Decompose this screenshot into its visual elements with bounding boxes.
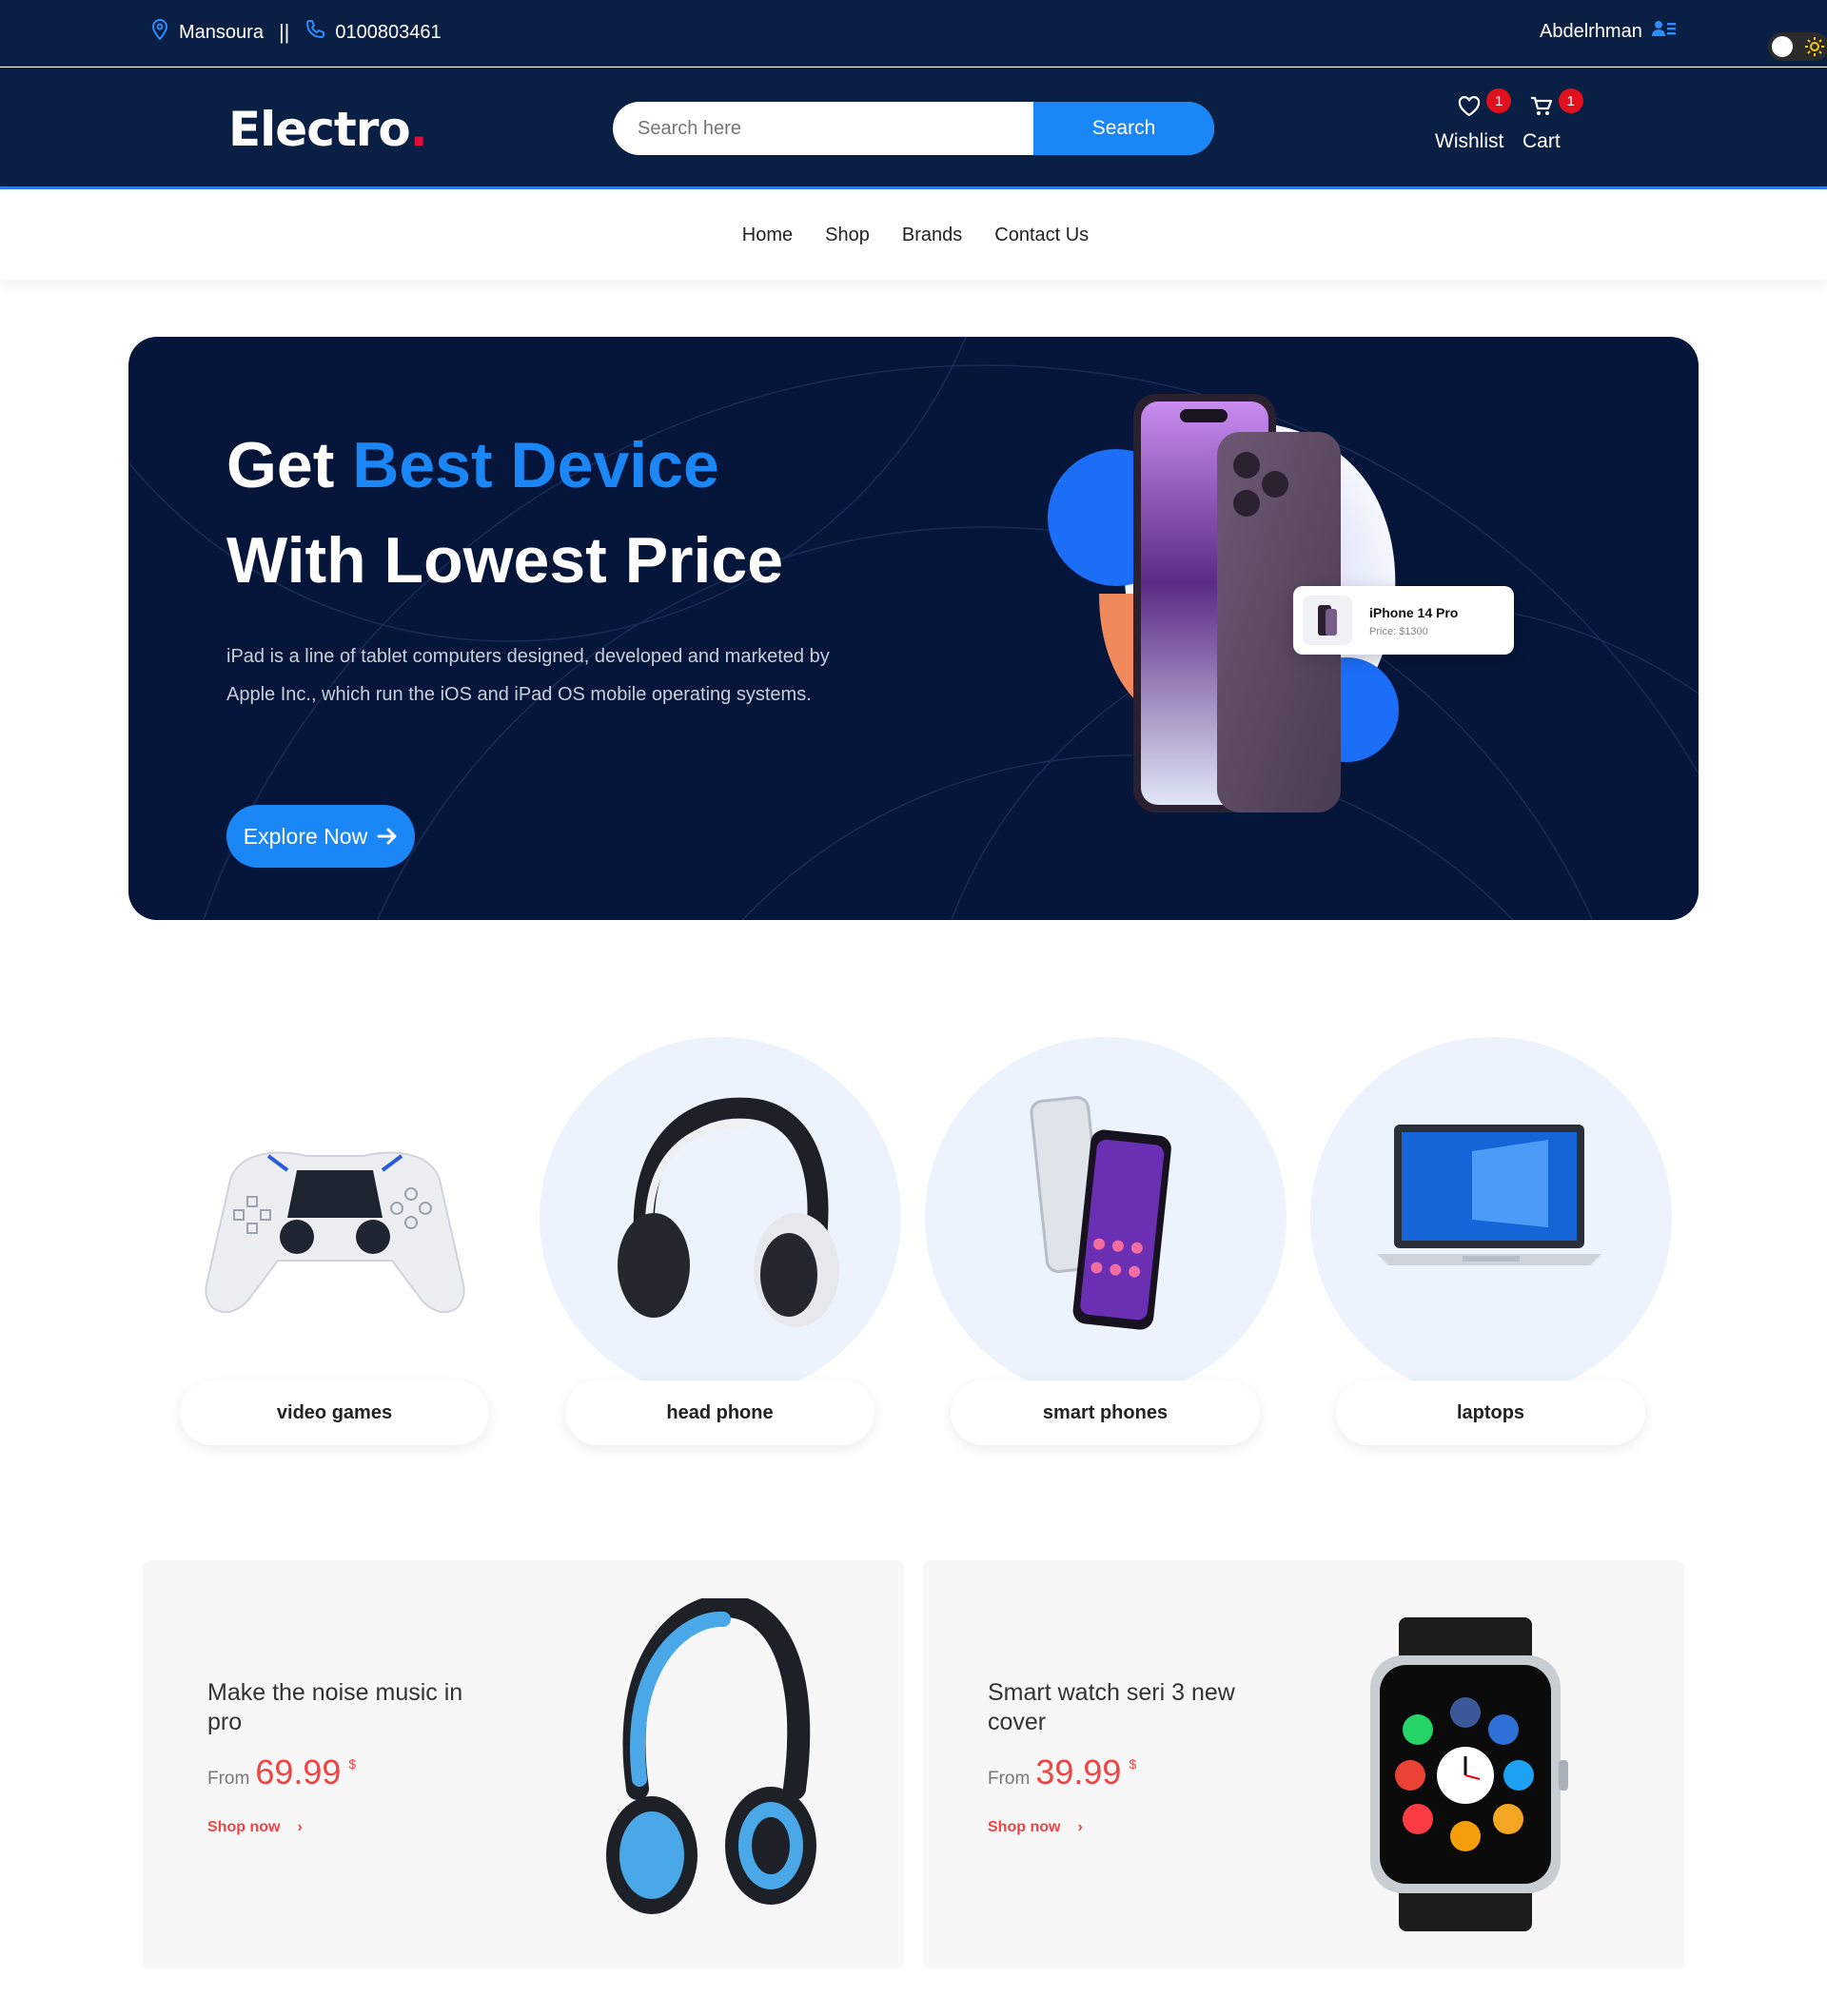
blue-headphones-image [606, 1598, 816, 1914]
user-list-icon[interactable] [1651, 19, 1677, 44]
promo-price-line: From 39.99 $ [988, 1752, 1136, 1792]
from-label: From [207, 1769, 250, 1789]
promo-price: 69.99 [255, 1752, 342, 1791]
arrow-right-icon [377, 828, 397, 845]
category-smart-phones[interactable]: smart phones [925, 1037, 1287, 1456]
chevron-right-icon: › [297, 1819, 303, 1835]
currency-symbol: $ [348, 1756, 357, 1771]
theme-toggle[interactable] [1768, 32, 1827, 61]
from-label: From [988, 1769, 1031, 1789]
wishlist-label: Wishlist [1435, 130, 1504, 152]
promo-title: Make the noise music in pro [207, 1679, 463, 1735]
user-account[interactable]: Abdelrhman [1540, 19, 1677, 44]
search-bar: Search [613, 102, 1214, 155]
cart-count-badge: 1 [1558, 88, 1583, 113]
promo-price: 39.99 [1035, 1752, 1122, 1791]
product-price: Price: $1300 [1369, 626, 1428, 637]
promo-card-headphones[interactable]: Make the noise music in pro From 69.99 $ … [143, 1560, 904, 1969]
currency-symbol: $ [1129, 1756, 1137, 1771]
wishlist-link[interactable]: 1 Wishlist [1435, 88, 1512, 153]
product-card[interactable]: iPhone 14 Pro Price: $1300 [1293, 586, 1514, 655]
chevron-right-icon: › [1077, 1819, 1083, 1835]
phone-number[interactable]: 0100803461 [335, 22, 441, 44]
shop-now-link[interactable]: Shop now › [207, 1819, 303, 1836]
shop-now-link[interactable]: Shop now › [988, 1819, 1083, 1836]
sun-icon [1805, 37, 1824, 56]
username[interactable]: Abdelrhman [1540, 21, 1642, 43]
hero-description: iPad is a line of tablet computers desig… [226, 646, 830, 705]
promo-title: Smart watch seri 3 new cover [988, 1679, 1235, 1735]
product-thumbnail [1303, 596, 1352, 645]
location-pin-icon [150, 18, 169, 46]
nav-brands[interactable]: Brands [902, 225, 962, 246]
hero-title: Get Best Device With Lowest Price [226, 429, 784, 597]
heart-icon [1458, 96, 1481, 117]
product-name: iPhone 14 Pro [1369, 605, 1459, 620]
toggle-knob [1772, 36, 1793, 57]
category-label[interactable]: laptops [1336, 1380, 1645, 1445]
cart-label: Cart [1522, 130, 1561, 152]
promo-price-line: From 69.99 $ [207, 1752, 356, 1792]
hero-banner: Get Best Device With Lowest Price iPad i… [128, 337, 1699, 920]
category-laptops[interactable]: laptops [1310, 1037, 1672, 1456]
game-controller-image [205, 1151, 465, 1314]
separator: || [278, 20, 290, 44]
contact-info: Mansoura || 0100803461 [150, 18, 442, 46]
cart-icon [1530, 96, 1552, 115]
location-text: Mansoura [179, 21, 264, 43]
search-button[interactable]: Search [1033, 102, 1214, 155]
promo-card-smartwatch[interactable]: Smart watch seri 3 new cover From 39.99 $… [923, 1560, 1684, 1969]
nav-shop[interactable]: Shop [825, 225, 870, 246]
wishlist-count-badge: 1 [1486, 88, 1512, 113]
explore-now-button[interactable]: Explore Now [226, 805, 415, 868]
phone-icon [304, 19, 325, 46]
top-bar: Mansoura || 0100803461 Abdelrhman [0, 0, 1827, 67]
category-label[interactable]: smart phones [951, 1380, 1260, 1445]
search-input[interactable] [613, 102, 1033, 155]
headphones-image [618, 1097, 839, 1327]
logo[interactable]: Electro. [228, 102, 428, 157]
nav-contact-us[interactable]: Contact Us [994, 225, 1089, 246]
main-header: Electro. Search 1 Wishlist 1 Cart [0, 68, 1827, 189]
main-nav: Home Shop Brands Contact Us [0, 190, 1827, 280]
category-label[interactable]: head phone [565, 1380, 874, 1445]
nav-home[interactable]: Home [742, 225, 793, 246]
category-head-phone[interactable]: head phone [540, 1037, 901, 1456]
cart-link[interactable]: 1 Cart [1522, 88, 1583, 153]
smartphones-image [1030, 1096, 1171, 1330]
category-label[interactable]: video games [180, 1380, 489, 1445]
smartwatch-image [1370, 1617, 1568, 1931]
laptop-image [1377, 1125, 1601, 1265]
category-video-games[interactable]: video games [154, 1037, 516, 1456]
